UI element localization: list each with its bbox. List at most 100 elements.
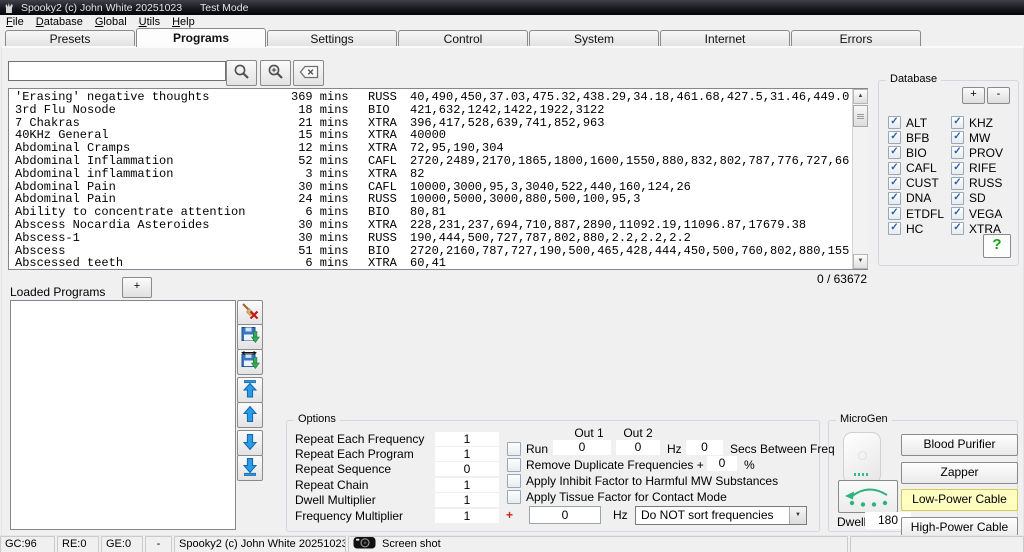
clear-search-button[interactable] (293, 60, 324, 86)
microgen-button-blood-purifier[interactable]: Blood Purifier (901, 434, 1018, 456)
move-top-button[interactable] (237, 377, 263, 403)
option-value-field[interactable]: 0 (435, 462, 499, 476)
tab-presets[interactable]: Presets (5, 30, 135, 47)
checkbox-alt[interactable]: ✓ (888, 116, 901, 129)
move-up-button[interactable] (237, 402, 263, 428)
dwell-label: Dwell (837, 515, 866, 529)
checkbox-prov[interactable]: ✓ (951, 146, 964, 159)
option-value-field[interactable]: 1 (435, 447, 499, 461)
program-row[interactable]: Abscess 51 minsBIO2720,2160,787,727,190,… (15, 245, 867, 258)
checkbox-cust[interactable]: ✓ (888, 177, 901, 190)
checkbox-sd[interactable]: ✓ (951, 192, 964, 205)
program-row[interactable]: Abdominal Inflammation 52 minsCAFL2720,2… (15, 155, 867, 168)
wobble-hz-field[interactable]: 0 (529, 506, 601, 524)
remove-duplicates-percent-field[interactable]: 0 (707, 456, 737, 471)
program-row[interactable]: Abdominal inflammation 3 minsXTRA82 (15, 168, 867, 181)
checkbox-bio[interactable]: ✓ (888, 146, 901, 159)
run-out2-field[interactable]: 0 (616, 440, 660, 455)
remove-duplicates-checkbox[interactable] (507, 458, 521, 472)
menu-item-database[interactable]: Database (30, 16, 89, 28)
program-row[interactable]: Abdominal Cramps 12 minsXTRA72,95,190,30… (15, 142, 867, 155)
checkbox-hc[interactable]: ✓ (888, 222, 901, 235)
inhibit-factor-checkbox[interactable] (507, 474, 521, 488)
sort-frequencies-dropdown[interactable]: Do NOT sort frequencies ▼ (635, 506, 807, 525)
add-loaded-program-button[interactable]: + (122, 277, 152, 298)
checkbox-bfb[interactable]: ✓ (888, 131, 901, 144)
option-value-field[interactable]: 1 (435, 509, 499, 523)
search-input[interactable] (8, 61, 226, 81)
move-bottom-button[interactable] (237, 455, 263, 481)
database-label: CUST (906, 176, 939, 190)
database-row: ✓HC (888, 221, 951, 236)
load-loaded-button[interactable] (237, 349, 263, 375)
scroll-down-icon[interactable]: ▼ (853, 254, 868, 269)
database-row: ✓BFB (888, 130, 951, 145)
secs-between-freq-field[interactable]: 0 (686, 440, 723, 455)
out2-header: Out 2 (613, 426, 663, 440)
tab-settings[interactable]: Settings (267, 30, 397, 47)
program-row[interactable]: Abdominal Pain 24 minsRUSS10000,5000,300… (15, 193, 867, 206)
microgen-buttons: Blood PurifierZapperLow-Power CableHigh-… (901, 434, 1018, 539)
scrollbar-thumb[interactable] (853, 105, 868, 127)
program-name: Abscess-1 (15, 232, 291, 245)
checkbox-russ[interactable]: ✓ (951, 177, 964, 190)
option-label: Repeat Sequence (295, 462, 435, 476)
program-list-scrollbar[interactable]: ▲ ▼ (852, 89, 868, 269)
chevron-down-icon[interactable]: ▼ (789, 507, 806, 524)
microgen-button-low-power-cable[interactable]: Low-Power Cable (901, 489, 1018, 511)
tissue-factor-checkbox[interactable] (507, 490, 521, 504)
clear-loaded-button[interactable] (237, 300, 263, 326)
checkbox-khz[interactable]: ✓ (951, 116, 964, 129)
program-row[interactable]: Abscess-1 30 minsRUSS190,444,500,727,787… (15, 232, 867, 245)
tab-control[interactable]: Control (398, 30, 528, 47)
search-zoom-button[interactable] (260, 60, 291, 86)
microgen-button-zapper[interactable]: Zapper (901, 462, 1018, 484)
checkbox-vega[interactable]: ✓ (951, 207, 964, 220)
database-select-none-button[interactable]: - (987, 87, 1010, 104)
option-value-field[interactable]: 1 (435, 432, 499, 446)
menu-item-utils[interactable]: Utils (133, 16, 166, 28)
program-list[interactable]: 'Erasing' negative thoughts369 minsRUSS4… (8, 88, 868, 270)
program-row[interactable]: 40KHz General 15 minsXTRA40000 (15, 129, 867, 142)
program-row[interactable]: Abscess Nocardia Asteroides 30 minsXTRA2… (15, 219, 867, 232)
program-name: Abdominal Cramps (15, 142, 291, 155)
tab-errors[interactable]: Errors (791, 30, 921, 47)
checkbox-dna[interactable]: ✓ (888, 192, 901, 205)
save-loaded-button[interactable] (237, 324, 263, 350)
move-down-button[interactable] (237, 430, 263, 456)
option-value-field[interactable]: 1 (435, 478, 499, 492)
checkbox-cafl[interactable]: ✓ (888, 162, 901, 175)
status-screenshot-cell[interactable]: Screen shot (348, 536, 848, 552)
tab-system[interactable]: System (529, 30, 659, 47)
menu-item-global[interactable]: Global (89, 16, 133, 28)
program-name: Abdominal Pain (15, 193, 291, 206)
status-bar: GC:96RE:0GE:0-Spooky2 (c) John White 202… (0, 535, 1024, 552)
program-row[interactable]: 3rd Flu Nosode 18 minsBIO421,632,1242,14… (15, 104, 867, 117)
tab-internet[interactable]: Internet (660, 30, 790, 47)
run-checkbox[interactable] (507, 442, 521, 456)
database-panel-title: Database (886, 73, 941, 85)
program-row[interactable]: 'Erasing' negative thoughts369 minsRUSS4… (15, 91, 867, 104)
database-label: BIO (906, 146, 927, 160)
program-row[interactable]: Ability to concentrate attention 6 minsB… (15, 206, 867, 219)
checkbox-xtra[interactable]: ✓ (951, 222, 964, 235)
program-row[interactable]: Abdominal Pain 30 minsCAFL10000,3000,95,… (15, 181, 867, 194)
menu-item-file[interactable]: File (0, 16, 30, 28)
checkbox-mw[interactable]: ✓ (951, 131, 964, 144)
checkbox-etdfl[interactable]: ✓ (888, 207, 901, 220)
database-select-all-button[interactable]: + (962, 87, 985, 104)
broom-clear-icon (241, 302, 260, 324)
menu-item-help[interactable]: Help (166, 16, 201, 28)
program-row[interactable]: 7 Chakras 21 minsXTRA396,417,528,639,741… (15, 117, 867, 130)
search-button[interactable] (226, 60, 257, 86)
scroll-up-icon[interactable]: ▲ (853, 89, 868, 104)
checkbox-rife[interactable]: ✓ (951, 162, 964, 175)
loaded-programs-listbox[interactable] (10, 300, 236, 530)
tab-programs[interactable]: Programs (136, 28, 266, 47)
backspace-icon (299, 64, 319, 83)
microgen-wobble-button[interactable] (838, 480, 898, 513)
database-help-button[interactable]: ? (983, 234, 1011, 258)
program-row[interactable]: Abscessed teeth 6 minsXTRA60,41 (15, 257, 867, 270)
option-value-field[interactable]: 1 (435, 493, 499, 507)
run-out1-field[interactable]: 0 (553, 440, 611, 455)
